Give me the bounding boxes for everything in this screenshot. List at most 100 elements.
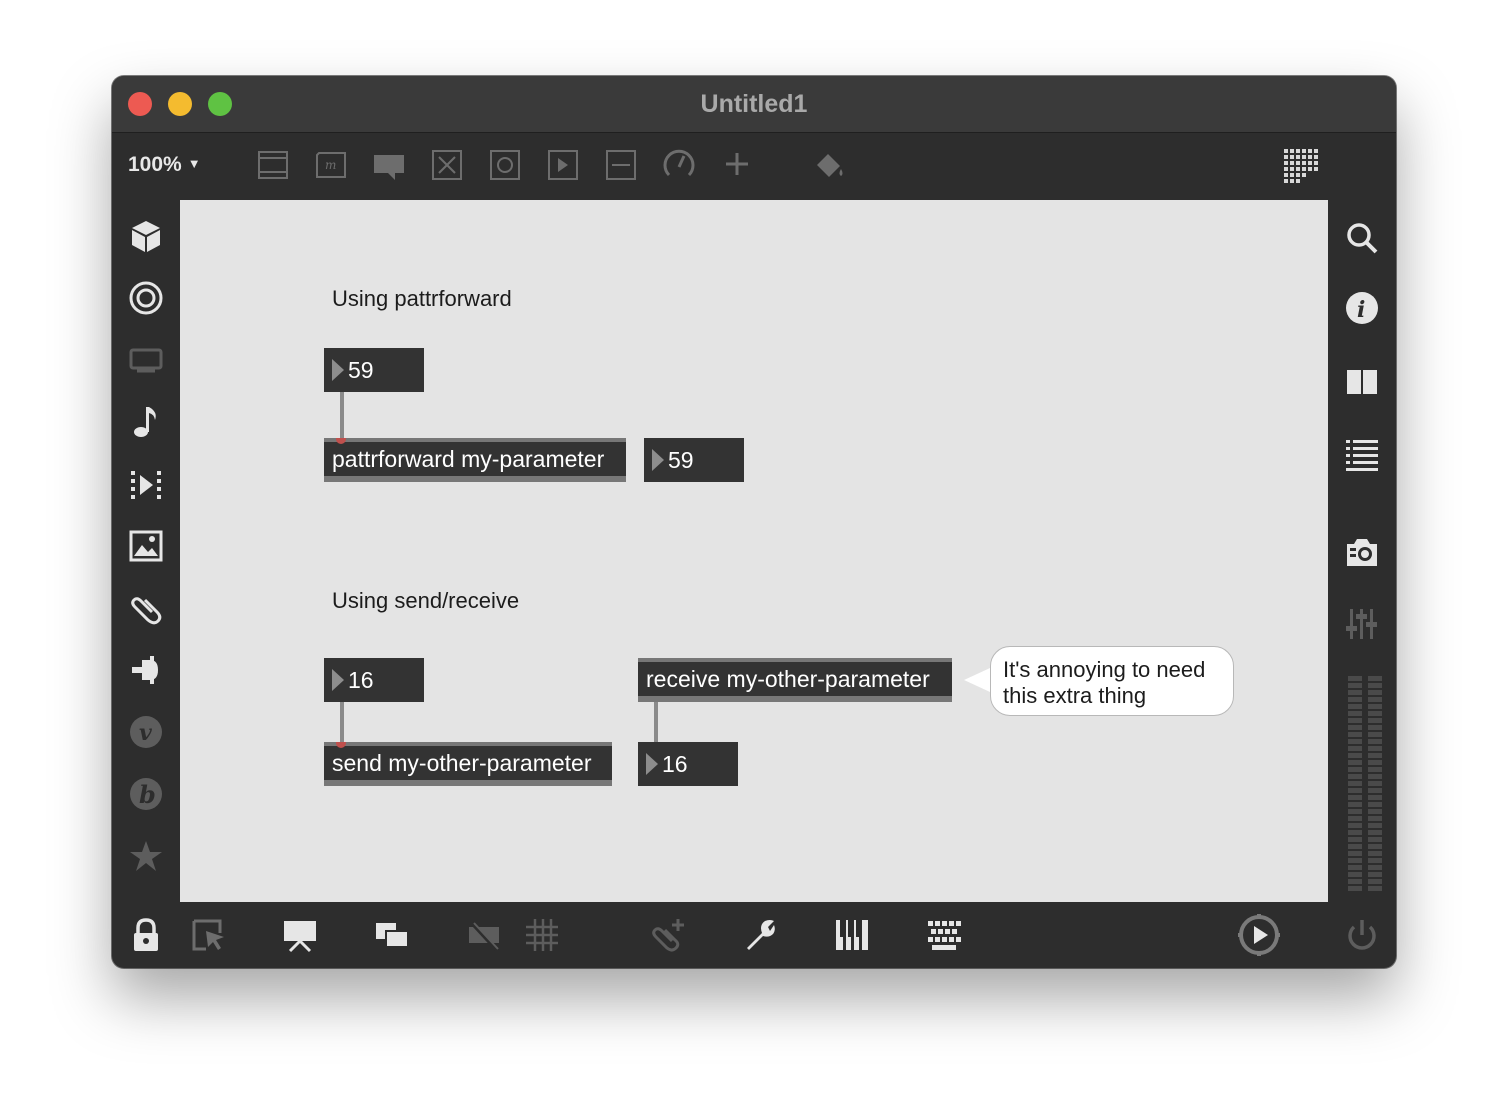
slider-icon — [606, 150, 636, 180]
object-box-icon — [258, 151, 288, 179]
number-value: 16 — [348, 667, 374, 693]
plugins-button[interactable] — [128, 652, 164, 688]
new-message-button[interactable]: m — [313, 147, 349, 183]
favorites-button[interactable] — [128, 838, 164, 874]
packages-button[interactable] — [128, 218, 164, 254]
image-icon — [129, 530, 163, 562]
power-button[interactable] — [1344, 917, 1380, 953]
lock-button[interactable] — [128, 917, 164, 953]
new-dial-button[interactable] — [661, 147, 697, 183]
patcher-canvas[interactable]: Using pattrforward 59 pattrforward my-pa… — [180, 200, 1328, 902]
comment-pattrforward[interactable]: Using pattrforward — [332, 286, 512, 312]
search-icon — [1347, 223, 1378, 254]
bubble-comment[interactable]: It's annoying to need this extra thing — [990, 646, 1234, 716]
cube-icon — [132, 221, 160, 252]
list-button[interactable] — [1344, 436, 1380, 472]
b-circle-icon: b — [130, 778, 162, 810]
paperclip-icon — [131, 597, 162, 625]
grid-toggle-button[interactable] — [524, 917, 560, 953]
wrench-icon — [747, 920, 775, 950]
keyboard-icon — [928, 921, 961, 950]
clippings-button[interactable] — [128, 590, 164, 626]
send-object[interactable]: send my-other-parameter — [324, 742, 612, 786]
power-icon — [1348, 920, 1376, 950]
audio-button[interactable] — [128, 404, 164, 440]
cursor-box-icon — [192, 919, 224, 951]
patch-cord[interactable] — [654, 700, 658, 744]
play-circle-icon — [1238, 914, 1280, 956]
lock-icon — [134, 918, 158, 951]
object-text: pattrforward my-parameter — [332, 446, 605, 472]
audio-on-button[interactable] — [1238, 914, 1280, 956]
patch-cord[interactable] — [340, 390, 344, 440]
inlet[interactable] — [336, 742, 346, 748]
number-box-input-1[interactable]: 59 — [324, 348, 424, 392]
tv-icon — [129, 348, 163, 373]
receive-object[interactable]: receive my-other-parameter — [638, 658, 952, 702]
tools-button[interactable] — [742, 917, 778, 953]
select-mode-button[interactable] — [190, 917, 226, 953]
new-view-button[interactable] — [374, 917, 410, 953]
keyboard-button[interactable] — [834, 917, 870, 953]
images-button[interactable] — [128, 528, 164, 564]
svg-text:b: b — [139, 780, 156, 809]
toggle-x-icon — [432, 150, 462, 180]
clip-plus-icon — [652, 919, 684, 952]
add-clipping-button[interactable] — [650, 917, 686, 953]
snippets-button[interactable] — [128, 280, 164, 316]
number-triangle-icon — [652, 449, 664, 471]
zoom-menu[interactable]: 100% ▼ — [128, 153, 201, 177]
bubble-line-2: this extra thing — [1003, 683, 1147, 708]
object-text: send my-other-parameter — [332, 750, 592, 776]
v-circle-icon: v — [130, 716, 162, 748]
number-triangle-icon — [332, 669, 344, 691]
video-button[interactable] — [128, 466, 164, 502]
computer-keyboard-button[interactable] — [926, 917, 962, 953]
grid-dots-icon — [1284, 149, 1318, 183]
right-sidebar: i — [1328, 200, 1396, 902]
mixer-button[interactable] — [1344, 606, 1380, 642]
new-bang-button[interactable] — [487, 147, 523, 191]
comment-send-receive[interactable]: Using send/receive — [332, 588, 519, 614]
svg-text:v: v — [139, 720, 152, 746]
pattrforward-object[interactable]: pattrforward my-parameter — [324, 438, 626, 482]
add-object-button[interactable] — [719, 147, 755, 183]
snapshot-button[interactable] — [1344, 534, 1380, 570]
music-note-icon — [134, 407, 156, 437]
format-paint-button[interactable] — [811, 147, 847, 183]
title-bar: Untitled1 — [112, 76, 1396, 133]
plus-icon — [726, 153, 748, 175]
media-button[interactable] — [128, 342, 164, 378]
bpatcher-button[interactable]: b — [128, 776, 164, 812]
number-value: 16 — [662, 751, 688, 777]
video-play-icon — [131, 471, 161, 499]
new-number-button[interactable] — [545, 147, 581, 183]
number-box-input-2[interactable]: 16 — [324, 658, 424, 702]
paint-bucket-icon — [817, 154, 843, 177]
patch-cord[interactable] — [340, 700, 344, 744]
number-triangle-icon — [332, 359, 344, 381]
book-icon — [1347, 370, 1377, 394]
new-object-button[interactable] — [255, 147, 291, 183]
new-button-object[interactable] — [429, 147, 465, 183]
svg-text:i: i — [1357, 297, 1365, 323]
sliders-icon — [1346, 609, 1377, 639]
presentation-mode-button[interactable] — [282, 917, 318, 953]
new-comment-button[interactable] — [371, 147, 407, 183]
search-button[interactable] — [1344, 220, 1380, 256]
inlet[interactable] — [336, 438, 346, 444]
level-meter-right — [1368, 676, 1382, 892]
plug-icon — [132, 656, 158, 684]
grid-view-button[interactable] — [1282, 147, 1318, 183]
reference-button[interactable] — [1344, 364, 1380, 400]
info-icon: i — [1346, 292, 1378, 324]
vst-button[interactable]: v — [128, 714, 164, 750]
comment-icon — [374, 155, 404, 180]
new-slider-button[interactable] — [603, 147, 639, 183]
hide-cords-button[interactable] — [466, 917, 502, 953]
object-text: receive my-other-parameter — [646, 666, 930, 692]
number-box-output-2[interactable]: 16 — [638, 742, 738, 786]
inspector-button[interactable]: i — [1344, 290, 1380, 326]
number-box-output-1[interactable]: 59 — [644, 438, 744, 482]
chevron-down-icon: ▼ — [187, 156, 201, 171]
